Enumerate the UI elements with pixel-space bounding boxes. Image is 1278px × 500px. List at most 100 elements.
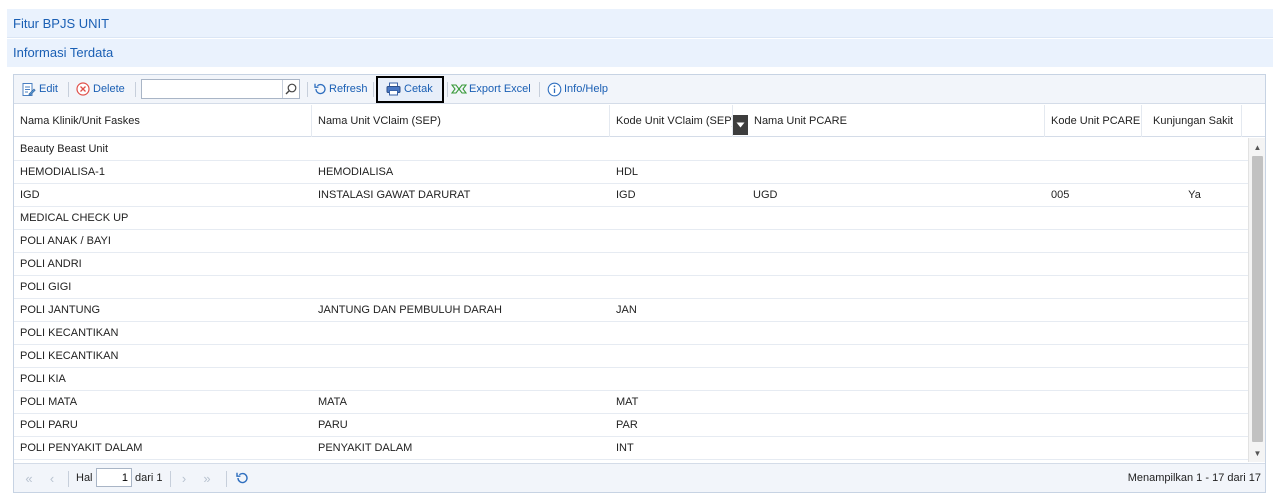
scroll-up-icon[interactable]: ▲: [1252, 141, 1263, 153]
table-row[interactable]: MEDICAL CHECK UP: [14, 207, 1248, 230]
toolbar-divider: [447, 82, 448, 97]
column-header[interactable]: Kunjungan Sakit: [1147, 105, 1242, 137]
last-page-icon[interactable]: »: [200, 471, 214, 486]
table-cell: [1147, 437, 1242, 459]
table-cell: [1147, 391, 1242, 413]
prev-page-icon[interactable]: ‹: [46, 471, 58, 486]
column-header[interactable]: Kode Unit VClaim (SEP): [610, 105, 733, 137]
next-page-icon[interactable]: ›: [178, 471, 190, 486]
scroll-thumb[interactable]: [1252, 156, 1263, 442]
toolbar-divider: [373, 82, 374, 97]
refresh-label: Refresh: [329, 83, 368, 95]
grid-body: Beauty Beast Unit HEMODIALISA-1 HEMODIALIS…: [14, 138, 1265, 460]
table-row[interactable]: HEMODIALISA-1 HEMODIALISA HDL: [14, 161, 1248, 184]
table-cell: [1147, 276, 1242, 298]
table-cell: PARU: [318, 419, 348, 431]
pager-divider: [68, 471, 69, 487]
page-title: Fitur BPJS UNIT: [13, 16, 110, 31]
column-header[interactable]: Kode Unit PCARE: [1045, 105, 1142, 137]
info-icon: [547, 82, 562, 97]
toolbar-divider: [307, 82, 308, 97]
page-label: Hal: [76, 472, 93, 484]
table-row[interactable]: Beauty Beast Unit: [14, 138, 1248, 161]
export-label: Export Excel: [469, 83, 531, 95]
table-cell: INT: [616, 442, 634, 454]
table-row[interactable]: POLI ANDRI: [14, 253, 1248, 276]
table-row[interactable]: POLI GIGI: [14, 276, 1248, 299]
chevron-down-icon: [736, 122, 745, 128]
search-box: [141, 79, 300, 99]
toolbar: Edit Delete Refresh Cetak Export Excel I…: [14, 75, 1265, 104]
table-row[interactable]: POLI PARU PARU PAR: [14, 414, 1248, 437]
column-menu-button[interactable]: [733, 115, 748, 135]
table-cell: POLI ANDRI: [20, 258, 82, 270]
table-cell: POLI KECANTIKAN: [20, 327, 119, 339]
refresh-icon: [313, 82, 327, 96]
table-cell: [1147, 230, 1242, 252]
cetak-label: Cetak: [404, 83, 433, 95]
table-cell: [1147, 322, 1242, 344]
grid-header: Nama Klinik/Unit Faskes Nama Unit VClaim…: [14, 105, 1265, 137]
table-cell: POLI KIA: [20, 373, 66, 385]
table-cell: POLI GIGI: [20, 281, 72, 293]
table-cell: [1147, 414, 1242, 436]
table-row[interactable]: POLI KIA: [14, 368, 1248, 391]
table-cell: INSTALASI GAWAT DARURAT: [318, 189, 471, 201]
printer-icon: [386, 82, 401, 96]
delete-button[interactable]: Delete: [76, 81, 125, 97]
info-help-button[interactable]: Info/Help: [547, 81, 608, 97]
pager: « ‹ Hal dari 1 › » Menampilkan 1 - 17 da…: [14, 463, 1265, 492]
table-row[interactable]: POLI KECANTIKAN: [14, 345, 1248, 368]
edit-label: Edit: [39, 83, 58, 95]
table-row[interactable]: POLI JANTUNG JANTUNG DAN PEMBULUH DARAH JA…: [14, 299, 1248, 322]
table-cell: HEMODIALISA: [318, 166, 394, 178]
table-cell: POLI KECANTIKAN: [20, 350, 119, 362]
sub-title-bar: Informasi Terdata: [7, 39, 1273, 67]
table-cell: IGD: [20, 189, 40, 201]
table-row[interactable]: POLI PENYAKIT DALAM PENYAKIT DALAM INT: [14, 437, 1248, 460]
toolbar-divider: [135, 82, 136, 97]
table-cell: Ya: [1188, 189, 1201, 201]
table-cell: [1147, 368, 1242, 390]
search-icon[interactable]: [282, 80, 299, 98]
column-header[interactable]: Nama Klinik/Unit Faskes: [14, 105, 312, 137]
edit-icon: [21, 82, 36, 97]
table-cell: IGD: [616, 189, 636, 201]
section-title: Informasi Terdata: [13, 45, 114, 60]
refresh-button[interactable]: Refresh: [313, 81, 368, 97]
table-cell: MAT: [616, 396, 639, 408]
reload-icon[interactable]: [234, 471, 250, 485]
table-cell: POLI PARU: [20, 419, 78, 431]
table-cell: UGD: [753, 189, 778, 201]
table-cell: [1147, 345, 1242, 367]
search-input[interactable]: [142, 80, 283, 98]
table-cell: POLI JANTUNG: [20, 304, 101, 316]
first-page-icon[interactable]: «: [22, 471, 36, 486]
table-row[interactable]: POLI MATA MATA MAT: [14, 391, 1248, 414]
table-cell: PAR: [616, 419, 638, 431]
scroll-down-icon[interactable]: ▼: [1252, 447, 1263, 459]
table-cell: [1147, 161, 1242, 183]
delete-label: Delete: [93, 83, 125, 95]
table-cell: JAN: [616, 304, 637, 316]
edit-button[interactable]: Edit: [21, 81, 58, 97]
table-cell: POLI MATA: [20, 396, 78, 408]
column-header[interactable]: Nama Unit VClaim (SEP): [312, 105, 610, 137]
table-cell: PENYAKIT DALAM: [318, 442, 413, 454]
delete-icon: [76, 82, 90, 96]
page-number-input[interactable]: [96, 468, 132, 487]
export-excel-button[interactable]: Export Excel: [451, 81, 531, 97]
table-cell: POLI PENYAKIT DALAM: [20, 442, 143, 454]
info-label: Info/Help: [564, 83, 609, 95]
cetak-button[interactable]: Cetak: [386, 81, 433, 97]
table-row[interactable]: POLI ANAK / BAYI: [14, 230, 1248, 253]
table-cell: JANTUNG DAN PEMBULUH DARAH: [318, 304, 502, 316]
table-row[interactable]: POLI KECANTIKAN: [14, 322, 1248, 345]
table-cell: [1147, 299, 1242, 321]
vertical-scrollbar[interactable]: ▲ ▼: [1248, 138, 1265, 462]
column-header[interactable]: Nama Unit PCARE: [748, 105, 1045, 137]
pager-divider: [226, 471, 227, 487]
table-row[interactable]: IGD INSTALASI GAWAT DARURAT IGD UGD 005 Ya: [14, 184, 1248, 207]
pager-divider: [170, 471, 171, 487]
table-cell: 005: [1051, 189, 1070, 201]
